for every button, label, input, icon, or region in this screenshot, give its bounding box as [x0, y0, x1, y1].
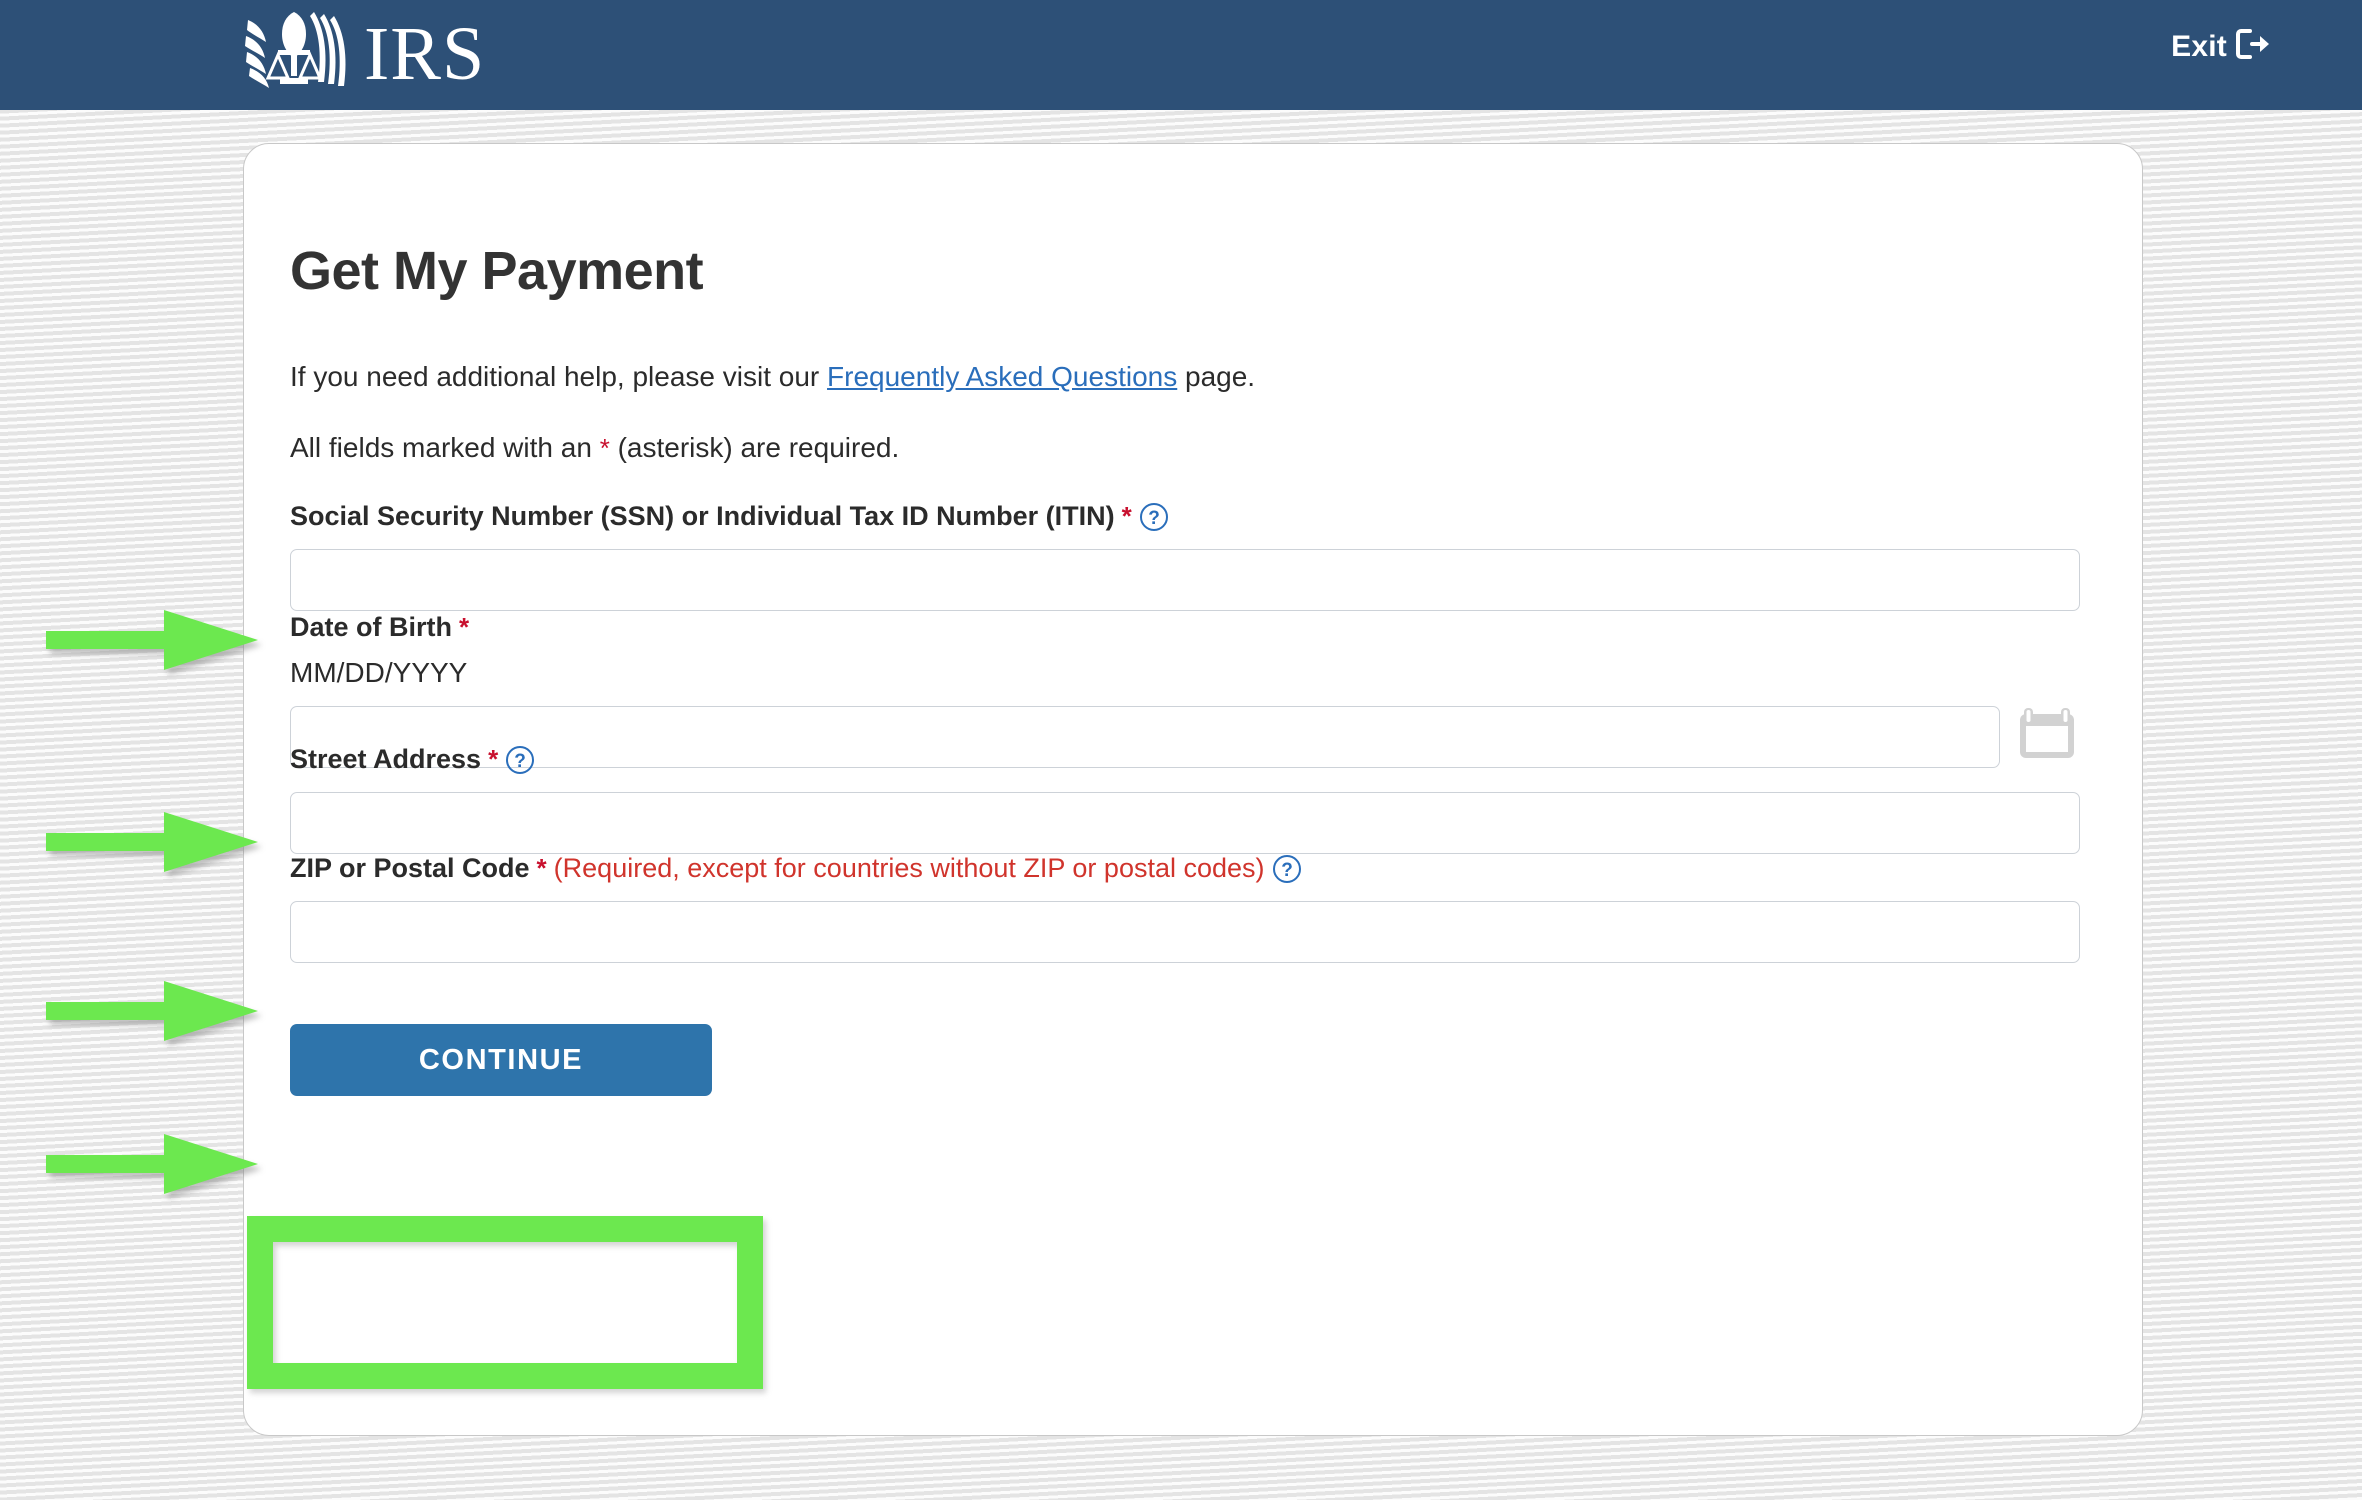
svg-text:?: ?: [1148, 508, 1160, 529]
required-fields-note: All fields marked with an * (asterisk) a…: [290, 431, 899, 465]
dob-required-asterisk: *: [459, 612, 470, 642]
field-group-zip: ZIP or Postal Code * (Required, except f…: [290, 853, 2080, 963]
exit-button[interactable]: Exit: [2171, 28, 2270, 65]
help-text: If you need additional help, please visi…: [290, 360, 1255, 394]
help-text-prefix: If you need additional help, please visi…: [290, 361, 828, 392]
question-mark-circle-icon[interactable]: ?: [505, 745, 535, 775]
page-title: Get My Payment: [290, 241, 704, 301]
faq-link[interactable]: Frequently Asked Questions: [827, 361, 1177, 392]
zip-label-note: (Required, except for countries without …: [553, 853, 1265, 883]
zip-input[interactable]: [290, 901, 2080, 963]
dob-label-text: Date of Birth: [290, 612, 452, 642]
irs-eagle-seal-icon: [238, 6, 358, 102]
irs-logo[interactable]: IRS: [238, 4, 485, 104]
exit-label: Exit: [2171, 29, 2227, 63]
zip-required-asterisk: *: [536, 853, 547, 883]
svg-text:?: ?: [1281, 860, 1293, 881]
field-group-street-address: Street Address * ?: [290, 744, 2080, 854]
sign-out-icon: [2236, 28, 2270, 65]
street-required-asterisk: *: [488, 744, 499, 774]
ssn-label: Social Security Number (SSN) or Individu…: [290, 501, 2080, 532]
help-text-suffix: page.: [1177, 361, 1256, 392]
form-card: Get My Payment If you need additional he…: [243, 143, 2143, 1436]
street-address-label: Street Address * ?: [290, 744, 2080, 775]
continue-button[interactable]: CONTINUE: [290, 1024, 712, 1096]
zip-label-text: ZIP or Postal Code: [290, 853, 530, 883]
ssn-required-asterisk: *: [1121, 501, 1132, 531]
street-address-input[interactable]: [290, 792, 2080, 854]
irs-logo-text: IRS: [364, 12, 486, 96]
ssn-input[interactable]: [290, 549, 2080, 611]
zip-label: ZIP or Postal Code * (Required, except f…: [290, 853, 2080, 884]
question-mark-circle-icon[interactable]: ?: [1272, 854, 1302, 884]
ssn-label-text: Social Security Number (SSN) or Individu…: [290, 501, 1115, 531]
site-header: IRS Exit: [0, 0, 2362, 110]
dob-label: Date of Birth *: [290, 612, 2076, 643]
street-address-label-text: Street Address: [290, 744, 482, 774]
svg-text:?: ?: [514, 751, 526, 772]
required-asterisk: *: [599, 433, 610, 463]
dob-format-hint: MM/DD/YYYY: [290, 657, 468, 688]
required-note-suffix: (asterisk) are required.: [609, 432, 900, 463]
question-mark-circle-icon[interactable]: ?: [1139, 502, 1169, 532]
required-note-prefix: All fields marked with an: [290, 432, 600, 463]
field-group-ssn: Social Security Number (SSN) or Individu…: [290, 501, 2080, 611]
